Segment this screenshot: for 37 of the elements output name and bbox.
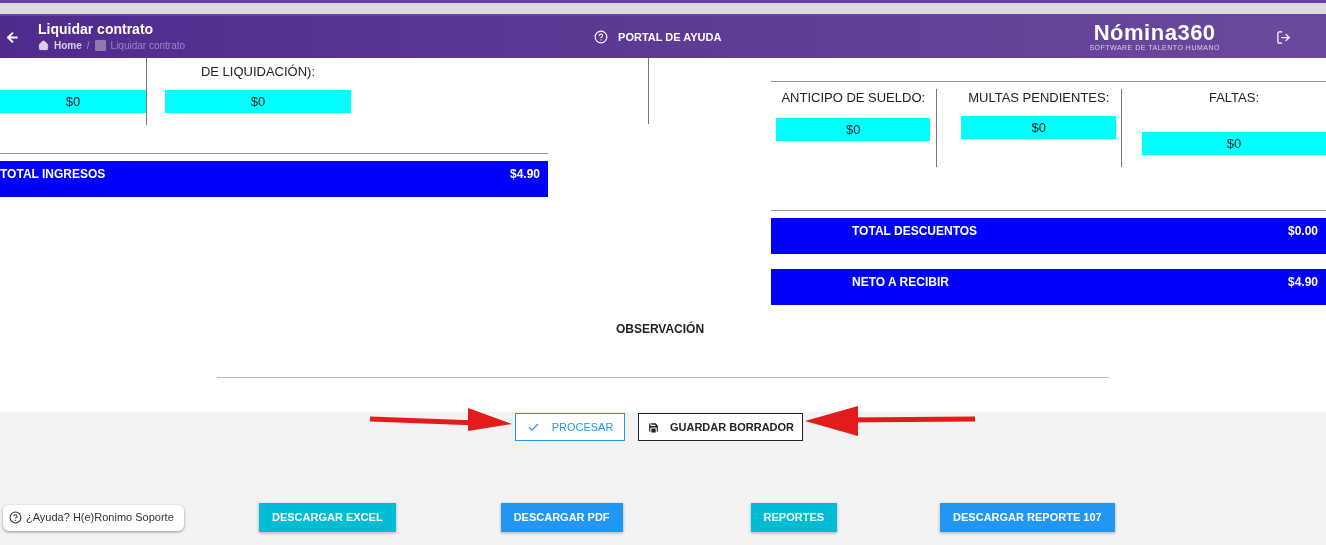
field-label: ANTICIPO DE SUELDO: xyxy=(780,90,927,106)
page-title: Liquidar contrato xyxy=(38,21,155,38)
logout-icon[interactable] xyxy=(1275,29,1291,45)
field-label: FALTAS: xyxy=(1207,90,1261,106)
back-icon[interactable] xyxy=(5,29,20,45)
download-button[interactable]: DESCARGAR REPORTE 107 xyxy=(940,503,1115,532)
total-label: TOTAL DESCUENTOS xyxy=(852,223,978,240)
value-box: $0 xyxy=(776,118,931,141)
scrollbar[interactable] xyxy=(0,3,1326,14)
field-label: DE LIQUIDACIÓN): xyxy=(199,64,317,80)
value-box: $0 xyxy=(1142,132,1326,155)
total-label: TOTAL INGRESOS xyxy=(0,166,106,183)
save-icon xyxy=(646,420,660,434)
home-icon xyxy=(38,40,49,51)
help-chip-label: ¿Ayuda? H(e)Ronimo Soporte xyxy=(26,510,174,526)
breadcrumb-separator: / xyxy=(86,39,90,53)
field-label: MULTAS PENDIENTES: xyxy=(967,90,1111,106)
download-button[interactable]: DESCARGAR EXCEL xyxy=(259,503,396,532)
help-chip[interactable]: ¿Ayuda? H(e)Ronimo Soporte xyxy=(3,504,184,531)
help-icon xyxy=(594,30,609,44)
breadcrumb-link[interactable]: Home xyxy=(54,38,82,53)
save-draft-button[interactable]: GUARDAR BORRADOR xyxy=(638,413,803,441)
value-box: $0 xyxy=(165,90,351,113)
download-button[interactable]: REPORTES xyxy=(750,503,838,532)
total-value: $0.00 xyxy=(1287,223,1318,240)
total-value: $4.90 xyxy=(1287,274,1318,291)
help-icon xyxy=(9,511,22,524)
total-label: NETO A RECIBIR xyxy=(852,274,949,291)
observation-label: OBSERVACIÓN xyxy=(615,320,705,338)
help-portal-link[interactable]: PORTAL DE AYUDA xyxy=(618,28,722,46)
value-box: $0 xyxy=(0,90,146,113)
value-box: $0 xyxy=(961,116,1117,139)
download-button[interactable]: DESCARGAR PDF xyxy=(500,503,623,532)
page-icon xyxy=(94,40,106,51)
process-button[interactable]: PROCESAR xyxy=(515,413,625,441)
total-value: $4.90 xyxy=(509,166,540,183)
breadcrumb-current: Liquidar contrato xyxy=(110,39,186,53)
